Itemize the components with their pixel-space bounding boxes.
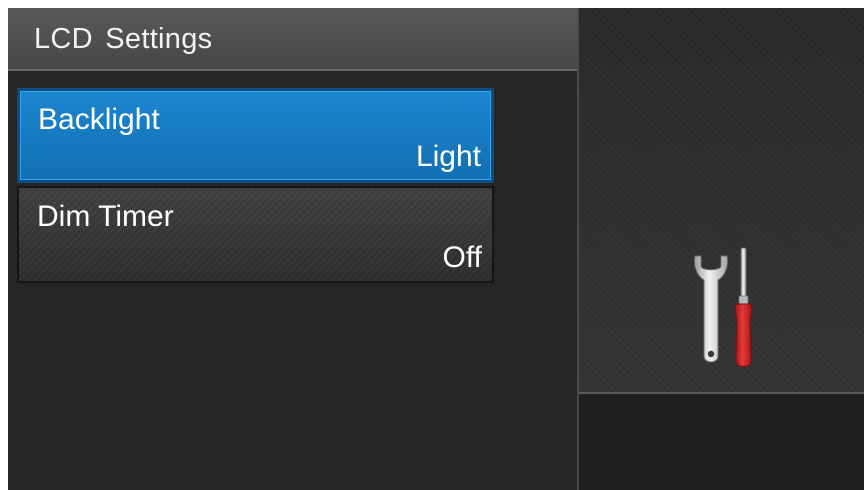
icon-area [579,8,864,394]
menu-item-label: Dim Timer [37,200,174,233]
menu-item-dim-timer[interactable]: Dim Timer Off [17,186,494,283]
settings-panel: LCD Settings Backlight Light Dim Timer O… [8,8,579,490]
side-panel [579,8,864,490]
title-bar: LCD Settings [8,8,579,71]
wrench-screwdriver-icon [694,247,753,367]
lcd-screen: LCD Settings Backlight Light Dim Timer O… [8,8,864,490]
menu-item-value: Off [442,241,482,274]
page-title: LCD Settings [34,23,213,55]
menu-item-label: Backlight [38,103,160,136]
menu-item-value: Light [415,140,481,173]
menu-item-backlight[interactable]: Backlight Light [17,88,494,183]
wrench-icon [694,255,728,363]
screwdriver-icon [734,247,753,367]
